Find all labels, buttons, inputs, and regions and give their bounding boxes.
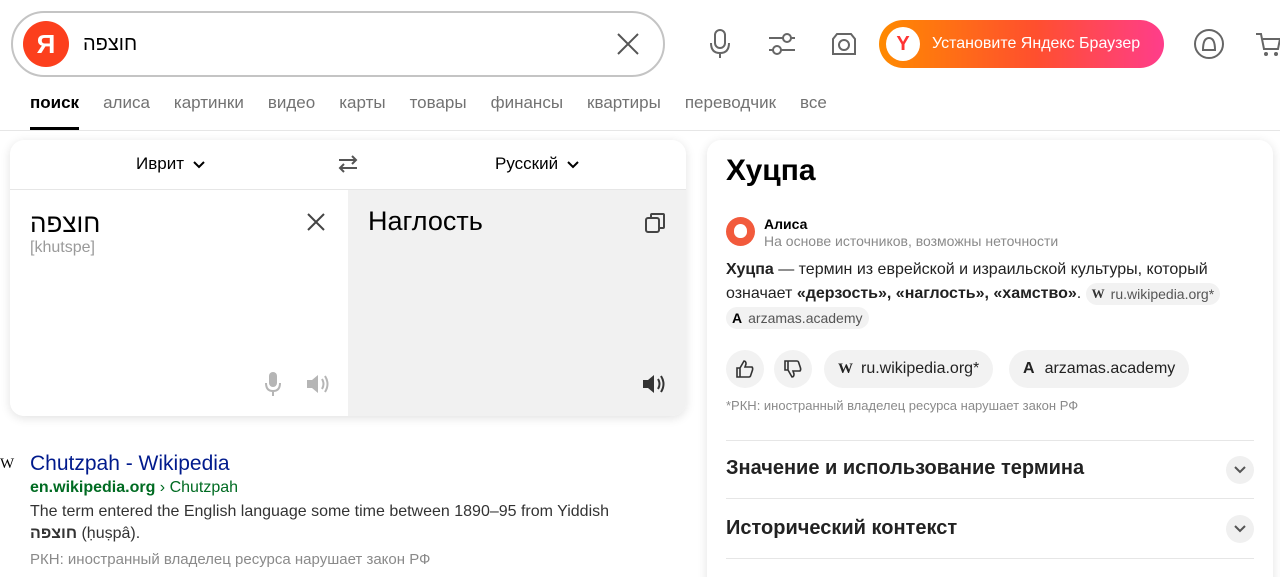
search-box[interactable]: Я חוצפה xyxy=(11,11,665,77)
chevron-down-icon xyxy=(567,161,579,169)
yandex-browser-logo-icon: Y xyxy=(886,27,920,61)
swap-languages-icon[interactable] xyxy=(337,153,359,175)
copy-icon[interactable] xyxy=(644,212,666,234)
alice-icon[interactable] xyxy=(1191,26,1227,62)
translation-text: Наглость xyxy=(368,206,483,236)
alice-name: Алиса xyxy=(764,216,808,232)
search-tabs: поиск алиса картинки видео карты товары … xyxy=(30,92,851,130)
accordion-history-title[interactable]: Исторический контекст xyxy=(726,517,957,540)
tabs-divider xyxy=(0,130,1280,131)
answer-term: Хуцпа xyxy=(726,261,774,278)
alice-answer-panel: Хуцпа Алиса На основе источников, возмож… xyxy=(707,140,1273,577)
rkn-note: *РКН: иностранный владелец ресурса наруш… xyxy=(726,398,1079,413)
source-label: arzamas.academy xyxy=(1044,360,1176,377)
alice-answer-text: Хуцпа — термин из еврейской и израильско… xyxy=(726,258,1256,330)
result-url-domain[interactable]: en.wikipedia.org xyxy=(30,479,155,496)
tab-apartments[interactable]: квартиры xyxy=(587,92,661,130)
translator-header: Иврит Русский xyxy=(10,140,686,190)
answer-end: . xyxy=(1076,285,1082,302)
yandex-logo[interactable]: Я xyxy=(23,21,69,67)
tab-finance[interactable]: финансы xyxy=(491,92,563,130)
result-title-link[interactable]: Chutzpah - Wikipedia xyxy=(30,452,230,476)
source-label: ru.wikipedia.org* xyxy=(861,360,980,377)
thumbs-up-icon xyxy=(736,360,754,378)
snippet-bold: חוצפה xyxy=(30,525,78,542)
clear-source-icon[interactable] xyxy=(306,212,326,232)
dislike-button[interactable] xyxy=(774,350,812,388)
source-button-wikipedia[interactable]: Wru.wikipedia.org* xyxy=(824,350,994,388)
clear-search-icon[interactable] xyxy=(615,31,641,57)
result-url[interactable]: en.wikipedia.org › Chutzpah xyxy=(30,479,238,497)
wikipedia-icon: W xyxy=(1091,285,1105,301)
source-microphone-icon[interactable] xyxy=(265,371,281,397)
chip-label: ru.wikipedia.org* xyxy=(1110,285,1215,302)
chevron-down-icon xyxy=(193,161,205,169)
camera-search-icon[interactable] xyxy=(826,26,862,62)
snippet-text: The term entered the English language so… xyxy=(30,503,610,520)
source-language-select[interactable]: Иврит xyxy=(136,154,205,174)
result-rkn-note: РКН: иностранный владелец ресурса наруша… xyxy=(30,551,431,568)
wikipedia-favicon-icon: W xyxy=(0,456,15,472)
source-text[interactable]: חוצפה xyxy=(30,208,100,239)
divider xyxy=(726,558,1254,559)
answer-bold: «дерзость», «наглость», «хамство» xyxy=(796,285,1077,302)
source-text-area[interactable]: חוצפה [khutspe] xyxy=(10,190,348,416)
microphone-icon[interactable] xyxy=(702,26,738,62)
target-language-label: Русский xyxy=(495,154,559,173)
tab-images[interactable]: картинки xyxy=(174,92,244,130)
chip-label: arzamas.academy xyxy=(748,309,863,326)
wikipedia-icon: W xyxy=(838,360,853,377)
transliteration: [khutspe] xyxy=(30,239,95,256)
search-input[interactable]: חוצפה xyxy=(83,33,137,56)
tab-maps[interactable]: карты xyxy=(339,92,385,130)
divider xyxy=(726,498,1254,499)
install-browser-button[interactable]: Y Установите Яндекс Браузер xyxy=(879,20,1164,68)
result-snippet: The term entered the English language so… xyxy=(30,501,670,545)
like-button[interactable] xyxy=(726,350,764,388)
result-url-path[interactable]: › Chutzpah xyxy=(155,479,238,496)
thumbs-down-icon xyxy=(784,360,802,378)
snippet-text-end: (ḥuṣpâ). xyxy=(77,525,141,542)
chevron-down-icon[interactable] xyxy=(1226,515,1254,543)
install-browser-label: Установите Яндекс Браузер xyxy=(932,35,1141,52)
tab-search[interactable]: поиск xyxy=(30,92,80,130)
translation-speaker-icon[interactable] xyxy=(641,373,667,395)
tab-goods[interactable]: товары xyxy=(410,92,467,130)
target-language-select[interactable]: Русский xyxy=(495,154,579,174)
cart-icon[interactable] xyxy=(1250,26,1280,62)
alice-logo-icon xyxy=(726,217,755,246)
source-chip-wikipedia[interactable]: Wru.wikipedia.org* xyxy=(1085,282,1221,305)
filters-icon[interactable] xyxy=(764,26,800,62)
alice-disclaimer: На основе источников, возможны неточност… xyxy=(764,233,1059,249)
arzamas-icon: A xyxy=(732,309,743,326)
source-button-arzamas[interactable]: Aarzamas.academy xyxy=(1009,350,1190,388)
tab-all[interactable]: все xyxy=(800,92,827,130)
translation-area: Наглость xyxy=(348,190,686,416)
source-language-label: Иврит xyxy=(136,154,184,173)
chevron-down-icon[interactable] xyxy=(1226,456,1254,484)
tab-translator[interactable]: переводчик xyxy=(685,92,776,130)
arzamas-icon: A xyxy=(1023,360,1035,377)
source-chip-arzamas[interactable]: Aarzamas.academy xyxy=(726,306,869,329)
translator-widget: Иврит Русский חוצפה [khutspe] Наглость xyxy=(10,140,686,416)
tab-alice[interactable]: алиса xyxy=(103,92,150,130)
divider xyxy=(726,440,1254,441)
tab-video[interactable]: видео xyxy=(268,92,315,130)
source-speaker-icon[interactable] xyxy=(305,373,331,395)
panel-title: Хуцпа xyxy=(726,154,816,187)
accordion-meaning-title[interactable]: Значение и использование термина xyxy=(726,457,1084,480)
